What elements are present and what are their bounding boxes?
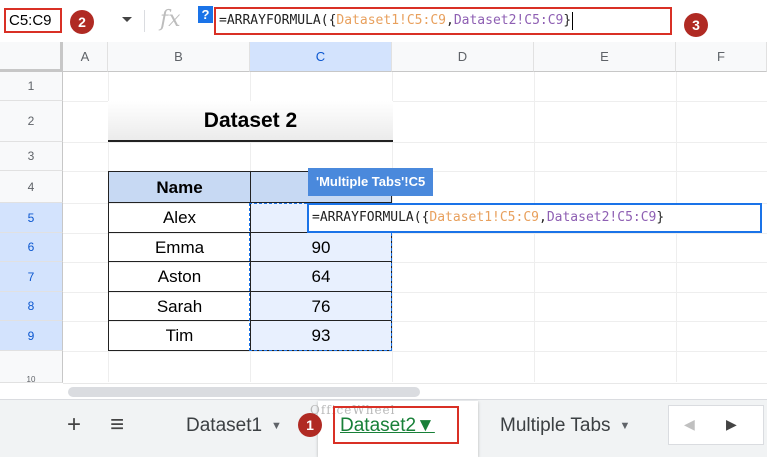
name-box[interactable]: C5:C9 (4, 8, 62, 33)
cell-reference-tooltip: 'Multiple Tabs'!C5 (308, 168, 434, 196)
tab-label: Dataset1 (186, 415, 263, 437)
gridline (63, 142, 767, 143)
name-cell[interactable]: Sarah (108, 292, 250, 321)
step-marker-3: 3 (684, 13, 708, 37)
tab-dataset2[interactable]: Dataset2▼ (340, 406, 435, 444)
dataset-title: Dataset 2 (108, 101, 393, 142)
formula-suffix: } (563, 13, 572, 28)
tab-multiple-tabs[interactable]: Multiple Tabs ▼ (500, 401, 630, 451)
row-header-5[interactable]: 5 (0, 203, 63, 233)
editor-range-1: Dataset1!C5:C9 (429, 210, 539, 225)
scroll-tabs-right-icon[interactable]: ▶ (726, 414, 737, 434)
formula-help-icon[interactable]: ? (198, 6, 213, 23)
row-header-6[interactable]: 6 (0, 233, 63, 262)
column-header-f[interactable]: F (676, 42, 767, 72)
cell-editor[interactable]: =ARRAYFORMULA({Dataset1!C5:C9,Dataset2!C… (307, 203, 762, 233)
editor-suffix: } (656, 210, 665, 225)
column-header-c[interactable]: C (250, 42, 392, 72)
row-header-9[interactable]: 9 (0, 321, 63, 351)
tab-label: Multiple Tabs (500, 415, 611, 437)
row-header-4[interactable]: 4 (0, 171, 63, 203)
column-header-e[interactable]: E (534, 42, 676, 72)
formula-range-2: Dataset2!C5:C9 (453, 13, 564, 28)
name-cell[interactable]: Emma (108, 233, 250, 262)
name-cell[interactable]: Alex (108, 203, 250, 233)
name-cell[interactable]: Aston (108, 262, 250, 292)
select-all-corner[interactable] (0, 42, 63, 72)
row-header-10[interactable]: 10 (0, 351, 63, 383)
scroll-tabs-left-icon[interactable]: ◀ (684, 414, 695, 434)
row-header-1[interactable]: 1 (0, 72, 63, 101)
name-box-dropdown-icon[interactable] (122, 17, 132, 22)
chevron-down-icon[interactable]: ▼ (271, 420, 282, 432)
row-header-8[interactable]: 8 (0, 292, 63, 321)
formula-prefix: =ARRAYFORMULA({ (219, 13, 337, 28)
chevron-down-icon[interactable]: ▼ (620, 420, 631, 432)
formula-comma: , (445, 13, 454, 28)
text-cursor (572, 11, 574, 30)
tab-label: Dataset2 (340, 415, 417, 436)
table-header-name[interactable]: Name (108, 171, 250, 203)
score-cell[interactable]: 90 (250, 233, 392, 262)
row-header-2[interactable]: 2 (0, 101, 63, 142)
column-header-a[interactable]: A (63, 42, 108, 72)
score-cell[interactable]: 76 (250, 292, 392, 321)
row-header-3[interactable]: 3 (0, 142, 63, 171)
formula-bar-divider (144, 10, 145, 32)
tab-navigation (668, 405, 764, 445)
step-marker-2: 2 (70, 10, 94, 34)
tab-dataset1[interactable]: Dataset1 ▼ (186, 401, 282, 451)
formula-input[interactable]: =ARRAYFORMULA({Dataset1!C5:C9,Dataset2!C… (214, 7, 672, 35)
score-cell[interactable]: 93 (250, 321, 392, 351)
add-sheet-icon[interactable]: + (67, 413, 81, 437)
fx-icon: fx (160, 7, 181, 32)
row-header-7[interactable]: 7 (0, 262, 63, 292)
horizontal-scrollbar-thumb[interactable] (68, 387, 420, 397)
chevron-down-icon[interactable]: ▼ (416, 415, 435, 436)
column-header-b[interactable]: B (108, 42, 250, 72)
name-cell[interactable]: Tim (108, 321, 250, 351)
formula-range-1: Dataset1!C5:C9 (336, 13, 446, 28)
all-sheets-list-icon[interactable]: ≡ (110, 413, 124, 437)
editor-comma: , (538, 210, 547, 225)
step-marker-1: 1 (298, 413, 322, 437)
column-header-d[interactable]: D (392, 42, 534, 72)
editor-range-2: Dataset2!C5:C9 (546, 210, 657, 225)
editor-prefix: =ARRAYFORMULA({ (312, 210, 430, 225)
gridline (63, 351, 767, 352)
score-cell[interactable]: 64 (250, 262, 392, 292)
